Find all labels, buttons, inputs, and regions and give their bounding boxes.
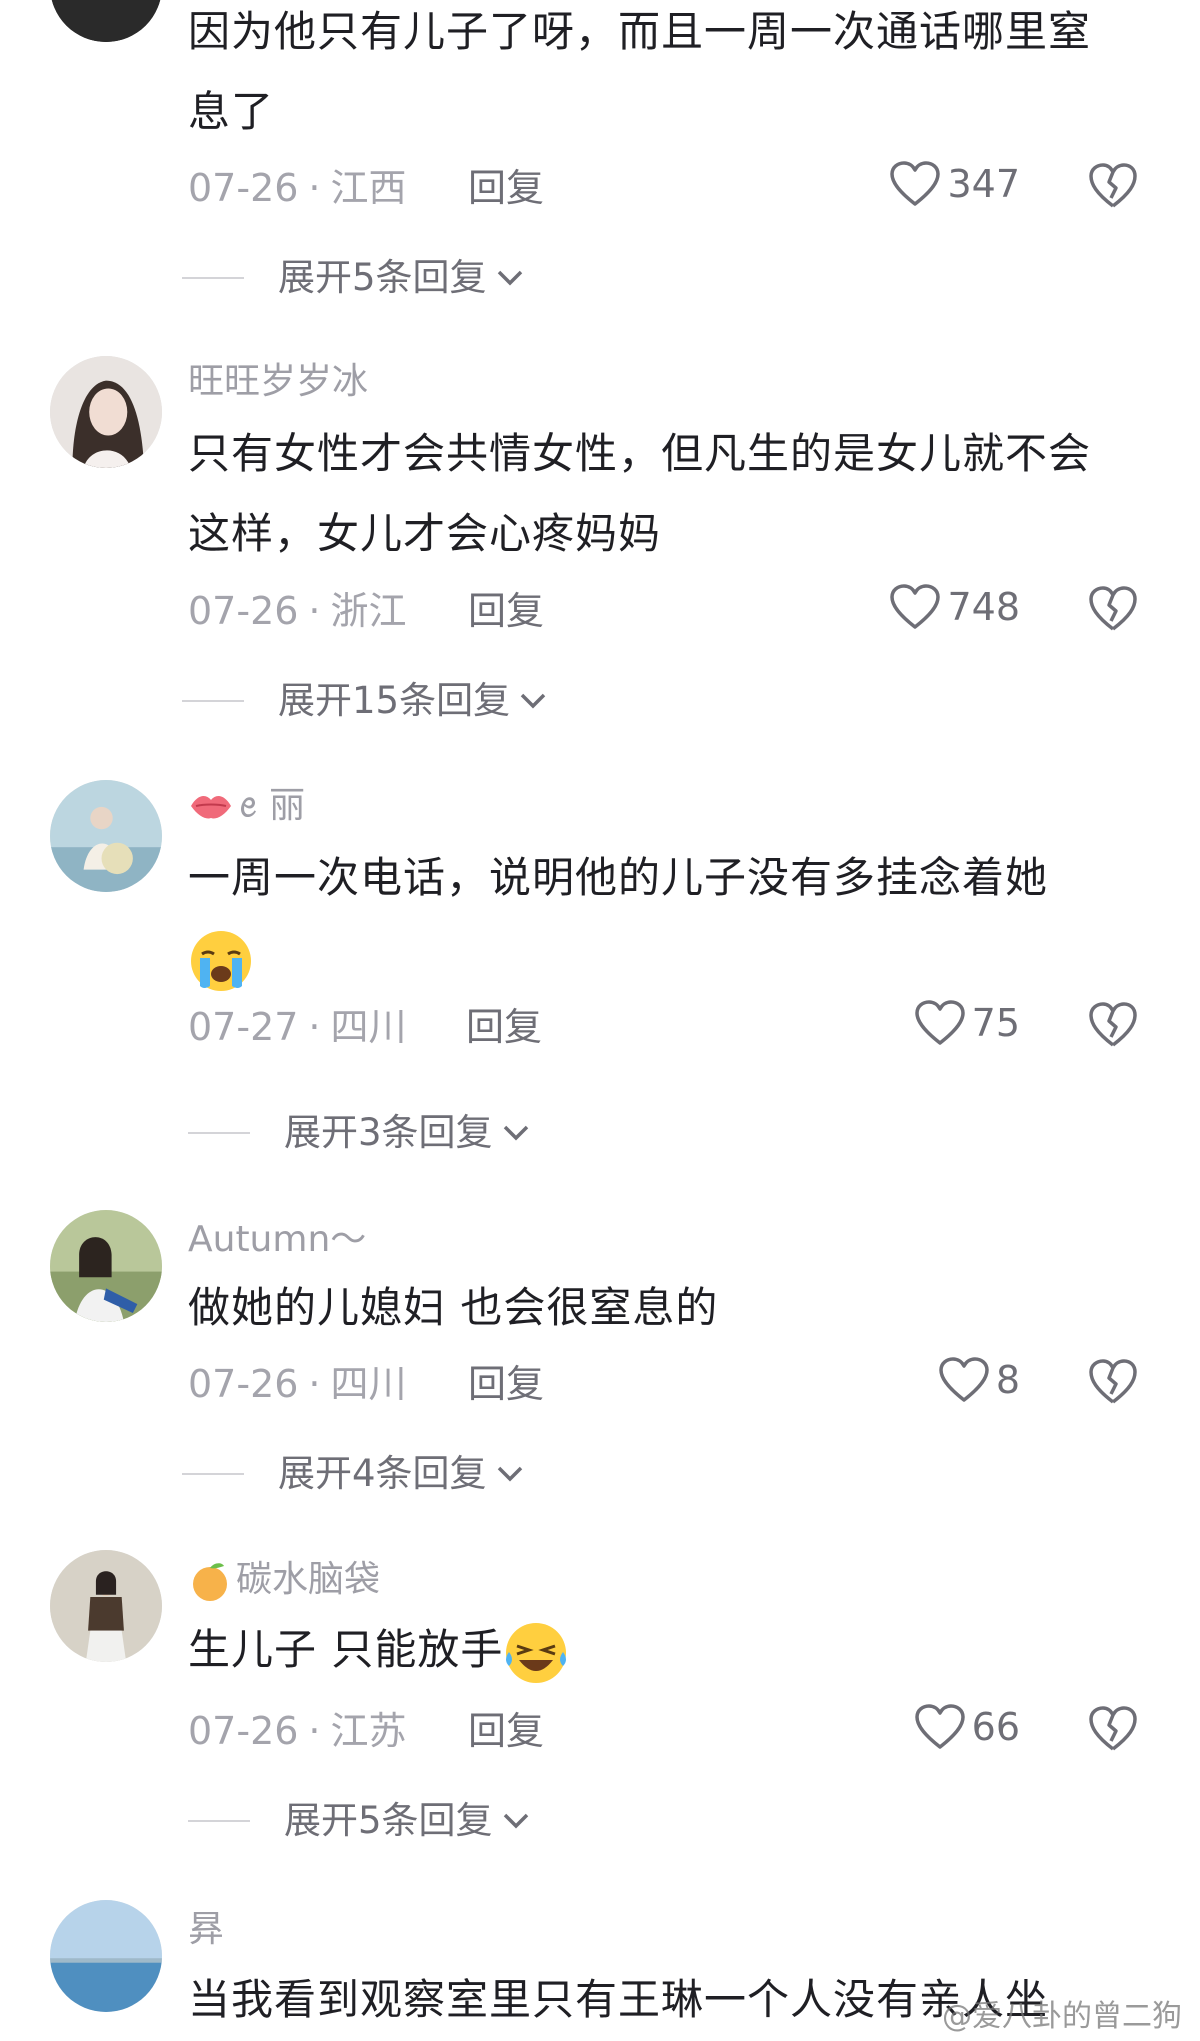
comment-text-body: 生儿子 只能放手 [188,1625,504,1674]
chevron-down-icon [503,1125,528,1141]
username[interactable]: 昪 [188,1908,224,1952]
reply-button[interactable]: 回复 [468,1361,544,1407]
heart-icon [939,1357,989,1402]
avatar[interactable] [50,780,162,892]
expand-replies-button[interactable]: 展开5条回复 [188,1798,533,1844]
heart-icon [914,1704,965,1749]
reply-button[interactable]: 回复 [468,165,544,211]
comment-location: 江西 [330,166,407,210]
comment-meta: 07-26 · 江西 [188,166,407,210]
username[interactable]: 碳水脑袋 [188,1558,380,1602]
chevron-down-icon [503,1813,528,1829]
comment-text: 一周一次电话，说明他的儿子没有多挂念着她 [188,838,1118,998]
divider [182,277,244,279]
comment-date: 07-26 [188,166,299,210]
divider [182,700,244,702]
comment-meta: 07-27 · 四川 [188,1005,407,1049]
expand-replies-button[interactable]: 展开15条回复 [182,678,550,724]
divider [188,1132,250,1134]
comment-item: 碳水脑袋 生儿子 只能放手 07-26 · 江苏 回复 66 展开5条回复 [0,1550,1200,1850]
like-button[interactable]: 75 [914,999,1020,1047]
comment-meta: 07-26 · 四川 [188,1362,407,1406]
expand-replies-button[interactable]: 展开4条回复 [182,1451,527,1497]
avatar[interactable] [50,1900,162,2012]
comment-text-body: 一周一次电话，说明他的儿子没有多挂念着她 [188,853,1049,902]
heart-icon [890,161,941,206]
username[interactable]: 旺旺岁岁冰 [188,360,368,404]
reply-button[interactable]: 回复 [468,1708,544,1754]
avatar[interactable] [50,1210,162,1322]
expand-replies-label: 展开3条回复 [284,1111,493,1154]
chevron-down-icon [497,1466,522,1482]
divider [188,1820,250,1822]
expand-replies-label: 展开4条回复 [278,1452,487,1495]
kiss-mark-icon [191,796,231,819]
reply-button[interactable]: 回复 [466,1004,542,1050]
watermark: @爱八卦的曾二狗 [942,1999,1182,2034]
comment-text: 只有女性才会共情女性，但凡生的是女儿就不会这样，女儿才会心疼妈妈 [188,429,1092,558]
comment-location: 江苏 [330,1709,407,1753]
like-count: 66 [971,1705,1020,1749]
comment-location: 四川 [330,1362,407,1406]
chevron-down-icon [497,270,522,286]
like-button[interactable]: 347 [889,160,1020,208]
chevron-down-icon [520,693,546,709]
comment-item: 旺旺岁岁冰 只有女性才会共情女性，但凡生的是女儿就不会这样，女儿才会心疼妈妈 0… [0,352,1200,732]
comment-meta: 07-26 · 江苏 [188,1709,407,1753]
laughing-tears-face-emoji [506,1622,567,1683]
username[interactable]: ꫀ 丽 [188,784,305,828]
avatar[interactable] [50,0,162,42]
expand-replies-label: 展开5条回复 [278,256,487,299]
like-button[interactable]: 8 [938,1356,1020,1404]
username-text: 碳水脑袋 [236,1559,381,1600]
broken-heart-icon[interactable] [1088,1358,1138,1406]
comment-date: 07-26 [188,589,299,633]
like-count: 748 [947,585,1020,629]
like-count: 347 [947,162,1020,206]
comment-date: 07-26 [188,1709,299,1753]
heart-icon [890,584,941,629]
heart-icon [914,1000,965,1045]
expand-replies-label: 展开15条回复 [278,679,511,722]
username[interactable]: Autumn～ [188,1218,366,1262]
avatar[interactable] [50,1550,162,1662]
divider [182,1473,244,1475]
broken-heart-icon[interactable] [1088,585,1138,633]
like-button[interactable]: 66 [914,1703,1020,1751]
comment-item: 因为他只有儿子了呀，而且一周一次通话哪里窒息了 07-26 · 江西 回复 347 … [0,0,1200,310]
broken-heart-icon[interactable] [1088,162,1138,210]
comment-location: 四川 [330,1005,407,1049]
username-text: ꫀ 丽 [238,785,306,826]
comment-item: ꫀ 丽 一周一次电话，说明他的儿子没有多挂念着她 07-27 · 四川 回复 75 … [0,776,1200,1156]
comment-text: 生儿子 只能放手 [188,1610,1118,1690]
like-button[interactable]: 748 [889,583,1020,631]
broken-heart-icon[interactable] [1088,1001,1138,1049]
like-count: 8 [995,1358,1020,1402]
expand-replies-button[interactable]: 展开3条回复 [188,1110,533,1156]
expand-replies-label: 展开5条回复 [284,1799,493,1842]
reply-button[interactable]: 回复 [468,588,544,634]
loudly-crying-face-emoji [191,930,251,991]
expand-replies-button[interactable]: 展开5条回复 [182,255,527,301]
tangerine-icon [193,1563,227,1601]
comment-date: 07-26 [188,1362,299,1406]
like-count: 75 [971,1001,1020,1045]
comment-date: 07-27 [188,1005,299,1049]
comment-text: 做她的儿媳妇 也会很窒息的 [188,1283,719,1332]
comment-meta: 07-26 · 浙江 [188,589,407,633]
comment-item: Autumn～ 做她的儿媳妇 也会很窒息的 07-26 · 四川 回复 8 展开4条… [0,1208,1200,1508]
broken-heart-icon[interactable] [1088,1705,1138,1753]
comment-location: 浙江 [330,589,407,633]
avatar[interactable] [50,356,162,468]
comment-text: 因为他只有儿子了呀，而且一周一次通话哪里窒息了 [188,7,1092,136]
